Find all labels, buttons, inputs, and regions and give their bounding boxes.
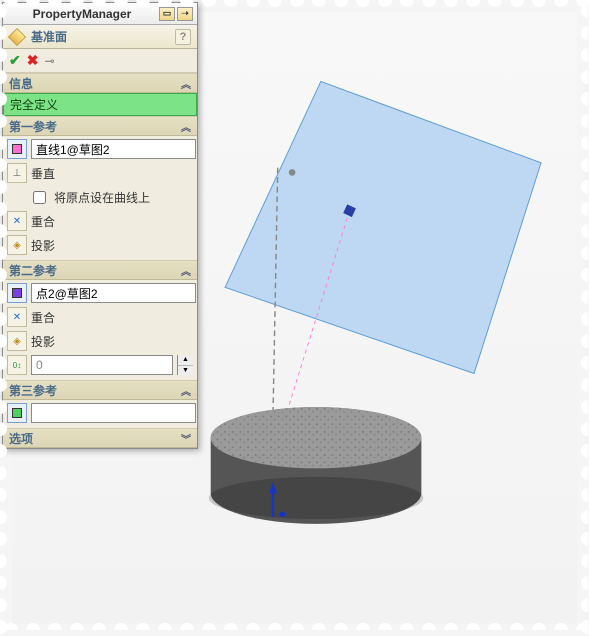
- projection-icon[interactable]: ◈: [7, 331, 27, 351]
- coincident-label: 重合: [31, 309, 193, 326]
- arrow-anchor: [280, 511, 286, 517]
- titlebar-button-2[interactable]: ➝: [177, 7, 193, 21]
- origin-on-curve-label: 将原点设在曲线上: [54, 189, 193, 206]
- section-ref2-header[interactable]: 第二参考 ︽: [3, 260, 197, 280]
- ref1-entity-field[interactable]: [31, 139, 196, 159]
- projection-label: 投影: [31, 237, 193, 254]
- action-row: ✔ ✖ ⊸: [3, 49, 197, 73]
- ok-icon[interactable]: ✔: [9, 52, 21, 69]
- offset-value: 0: [36, 358, 43, 372]
- section-ref1-title: 第一参考: [9, 118, 57, 135]
- section-ref3-title: 第三参考: [9, 382, 57, 399]
- chevron-up-icon: ︽: [181, 119, 191, 134]
- cylinder-top-tex: [211, 407, 422, 468]
- perpendicular-label: 垂直: [31, 165, 193, 182]
- section-ref1-header[interactable]: 第一参考 ︽: [3, 116, 197, 136]
- chevron-up-icon: ︽: [181, 263, 191, 278]
- section-info-header[interactable]: 信息 ︽: [3, 73, 197, 93]
- ref2-swatch: [12, 288, 22, 298]
- ref2-entity-field[interactable]: [31, 283, 196, 303]
- status-fully-defined: 完全定义: [3, 93, 197, 116]
- property-manager-panel: PropertyManager ▭ ➝ 基准面 ? ✔ ✖ ⊸ 信息 ︽ 完全定…: [2, 2, 198, 449]
- feature-header: 基准面 ?: [3, 25, 197, 49]
- ref1-swatch: [12, 144, 22, 154]
- entity-selector-icon[interactable]: [7, 403, 27, 423]
- chevron-down-icon: ︾: [181, 431, 191, 446]
- titlebar-text: PropertyManager: [7, 7, 157, 21]
- coincident-icon[interactable]: ✕: [7, 211, 27, 231]
- projection-icon[interactable]: ◈: [7, 235, 27, 255]
- section-ref2-title: 第二参考: [9, 262, 57, 279]
- spinner-buttons[interactable]: ▲▼: [177, 355, 193, 375]
- ref3-entity-field[interactable]: [31, 403, 196, 423]
- feature-name: 基准面: [31, 28, 67, 45]
- chevron-up-icon: ︽: [181, 76, 191, 91]
- section-options-title: 选项: [9, 430, 33, 447]
- offset-spinner[interactable]: 0: [31, 355, 173, 375]
- coincident-icon[interactable]: ✕: [7, 307, 27, 327]
- section-ref2-body: ✕ 重合 ◈ 投影 0↕ 0 ▲▼: [3, 280, 197, 380]
- projection-label: 投影: [31, 333, 193, 350]
- plane-icon: [8, 27, 26, 45]
- datum-plane-preview: [225, 81, 541, 373]
- perpendicular-icon[interactable]: ⊥: [7, 163, 27, 183]
- entity-selector-icon[interactable]: [7, 139, 27, 159]
- plane-origin-dot: [289, 169, 296, 176]
- section-ref3-body: [3, 400, 197, 428]
- section-ref3-header[interactable]: 第三参考 ︽: [3, 380, 197, 400]
- entity-selector-icon[interactable]: [7, 283, 27, 303]
- section-info-body: 完全定义: [3, 93, 197, 116]
- chevron-up-icon: ︽: [181, 383, 191, 398]
- cylinder-shadow: [209, 477, 423, 519]
- section-ref1-body: ⊥ 垂直 将原点设在曲线上 ✕ 重合 ◈ 投影: [3, 136, 197, 260]
- cancel-icon[interactable]: ✖: [27, 52, 39, 69]
- offset-icon[interactable]: 0↕: [7, 355, 27, 375]
- origin-on-curve-checkbox[interactable]: [33, 191, 46, 204]
- pin-icon[interactable]: ⊸: [44, 54, 54, 68]
- titlebar-button-1[interactable]: ▭: [159, 7, 175, 21]
- ref3-swatch: [12, 408, 22, 418]
- titlebar: PropertyManager ▭ ➝: [3, 3, 197, 25]
- section-options-header[interactable]: 选项 ︾: [3, 428, 197, 448]
- section-info-title: 信息: [9, 75, 33, 92]
- coincident-label: 重合: [31, 213, 193, 230]
- help-button[interactable]: ?: [175, 29, 191, 45]
